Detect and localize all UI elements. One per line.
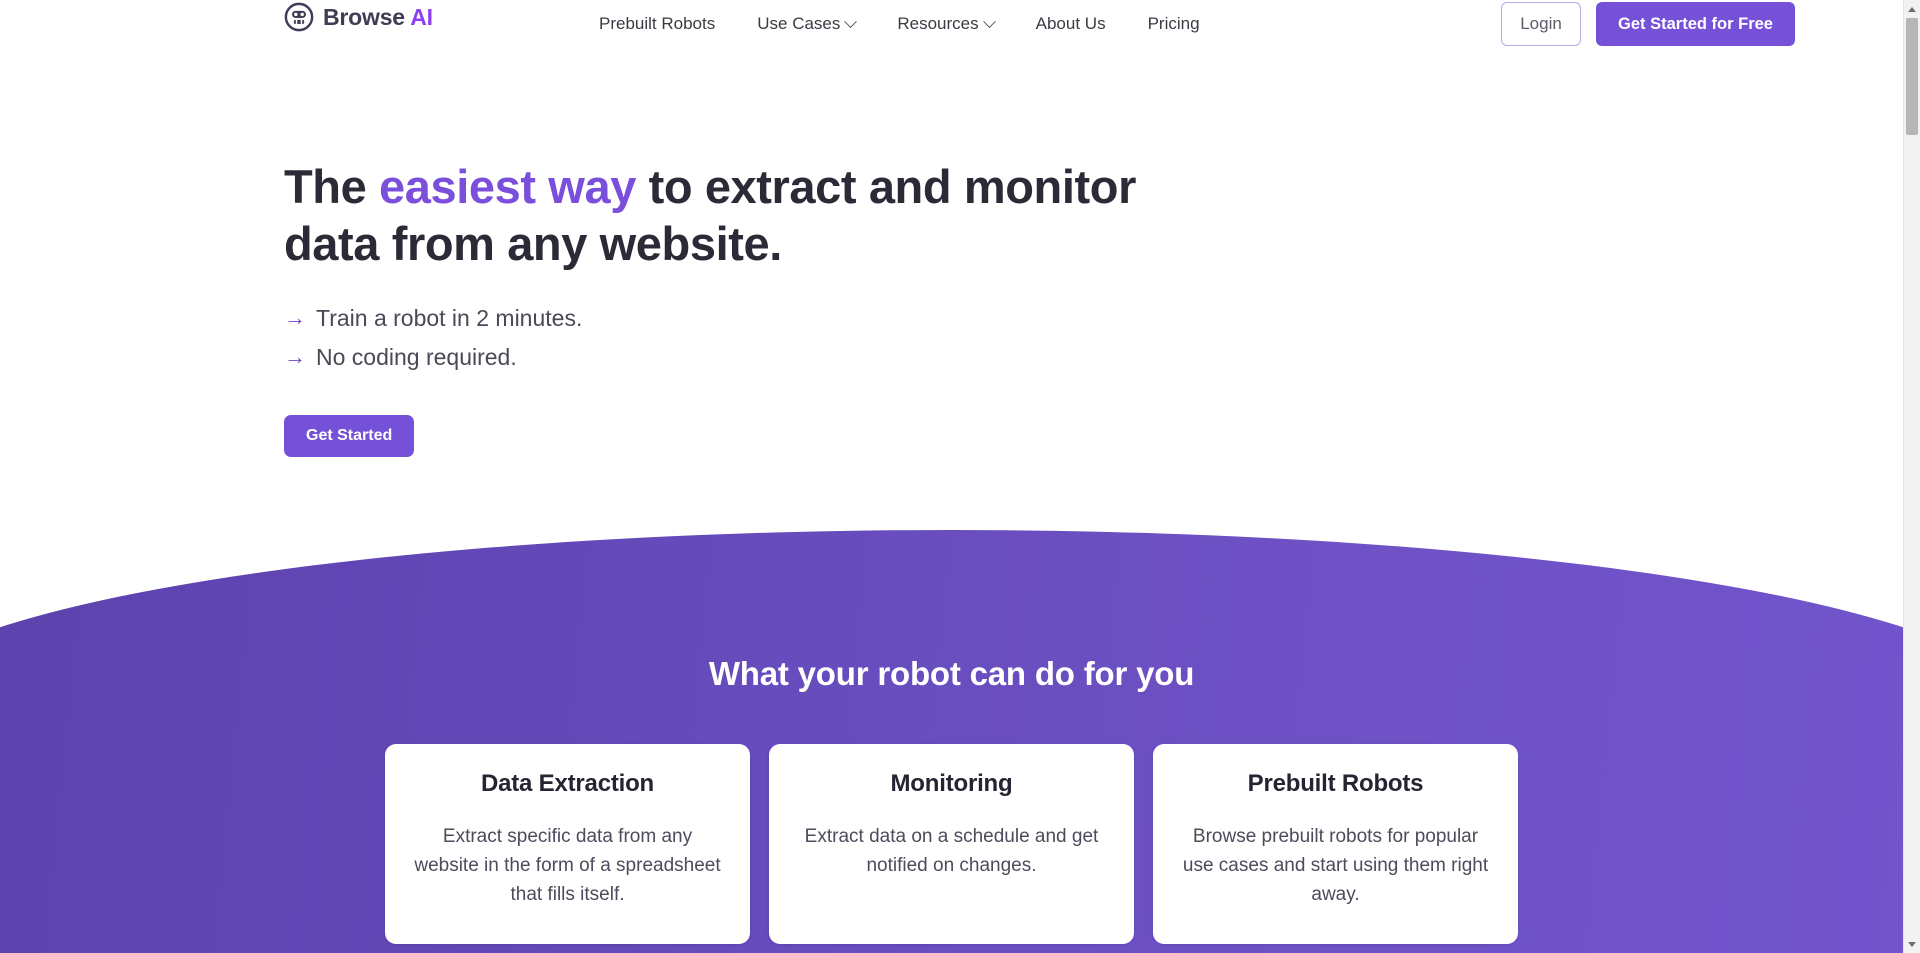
hero-bullet-list: → Train a robot in 2 minutes. → No codin…	[284, 299, 1184, 377]
brand-name-suffix: AI	[410, 4, 433, 30]
chevron-down-icon	[982, 14, 996, 28]
site-header: Browse AI Prebuilt Robots Use Cases Reso…	[0, 0, 1903, 48]
feature-card-data-extraction[interactable]: Data Extraction Extract specific data fr…	[385, 744, 750, 944]
feature-card-title: Prebuilt Robots	[1247, 770, 1424, 797]
scroll-down-arrow-icon[interactable]	[1904, 936, 1920, 952]
feature-card-description: Extract data on a schedule and get notif…	[804, 826, 1099, 876]
feature-card-list: Data Extraction Extract specific data fr…	[0, 744, 1903, 944]
nav-label: Use Cases	[757, 14, 841, 33]
nav-label: About Us	[1035, 14, 1106, 33]
feature-card-monitoring[interactable]: Monitoring Extract data on a schedule an…	[769, 744, 1134, 944]
hero-heading-part1: The	[284, 160, 380, 213]
get-started-free-button[interactable]: Get Started for Free	[1596, 2, 1795, 46]
nav-label: Resources	[897, 14, 979, 33]
robot-logo-icon	[284, 2, 314, 32]
scroll-up-arrow-icon[interactable]	[1904, 1, 1920, 17]
brand-logo-link[interactable]: Browse AI	[284, 2, 433, 32]
page-scrollbar[interactable]	[1903, 0, 1920, 953]
hero-get-started-button[interactable]: Get Started	[284, 414, 415, 457]
main-navigation: Prebuilt Robots Use Cases Resources Abou…	[578, 0, 1221, 48]
nav-label: Prebuilt Robots	[599, 14, 716, 33]
feature-card-description: Browse prebuilt robots for popular use c…	[1182, 826, 1489, 905]
feature-card-title: Data Extraction	[480, 770, 655, 797]
hero-bullet-text: No coding required.	[316, 343, 517, 370]
hero-heading-accent: easiest way	[379, 160, 636, 213]
brand-name-main: Browse	[323, 4, 405, 30]
hero-bullet-item: → Train a robot in 2 minutes.	[284, 299, 1184, 338]
nav-item-pricing[interactable]: Pricing	[1127, 0, 1221, 48]
header-actions: Login Get Started for Free	[1501, 0, 1795, 48]
feature-card-title: Monitoring	[890, 770, 1013, 797]
hero-section: The easiest way to extract and monitor d…	[284, 158, 1184, 457]
brand-name: Browse AI	[323, 2, 433, 32]
nav-label: Pricing	[1147, 14, 1200, 33]
chevron-down-icon	[844, 14, 858, 28]
arrow-right-icon: →	[284, 305, 306, 331]
nav-item-resources[interactable]: Resources	[876, 0, 1014, 48]
scrollbar-thumb[interactable]	[1906, 18, 1918, 135]
feature-card-description: Extract specific data from any website i…	[414, 826, 721, 905]
hero-bullet-text: Train a robot in 2 minutes.	[316, 304, 583, 331]
features-section: What your robot can do for you Data Extr…	[0, 530, 1903, 953]
arrow-right-icon: →	[284, 344, 306, 370]
nav-item-about-us[interactable]: About Us	[1015, 0, 1127, 48]
feature-card-prebuilt-robots[interactable]: Prebuilt Robots Browse prebuilt robots f…	[1153, 744, 1518, 944]
features-title: What your robot can do for you	[708, 655, 1195, 692]
nav-item-prebuilt-robots[interactable]: Prebuilt Robots	[578, 0, 736, 48]
page-root: Browse AI Prebuilt Robots Use Cases Reso…	[0, 0, 1920, 953]
login-button[interactable]: Login	[1501, 2, 1582, 46]
hero-bullet-item: → No coding required.	[284, 338, 1184, 377]
hero-heading: The easiest way to extract and monitor d…	[284, 158, 1184, 273]
nav-item-use-cases[interactable]: Use Cases	[736, 0, 876, 48]
